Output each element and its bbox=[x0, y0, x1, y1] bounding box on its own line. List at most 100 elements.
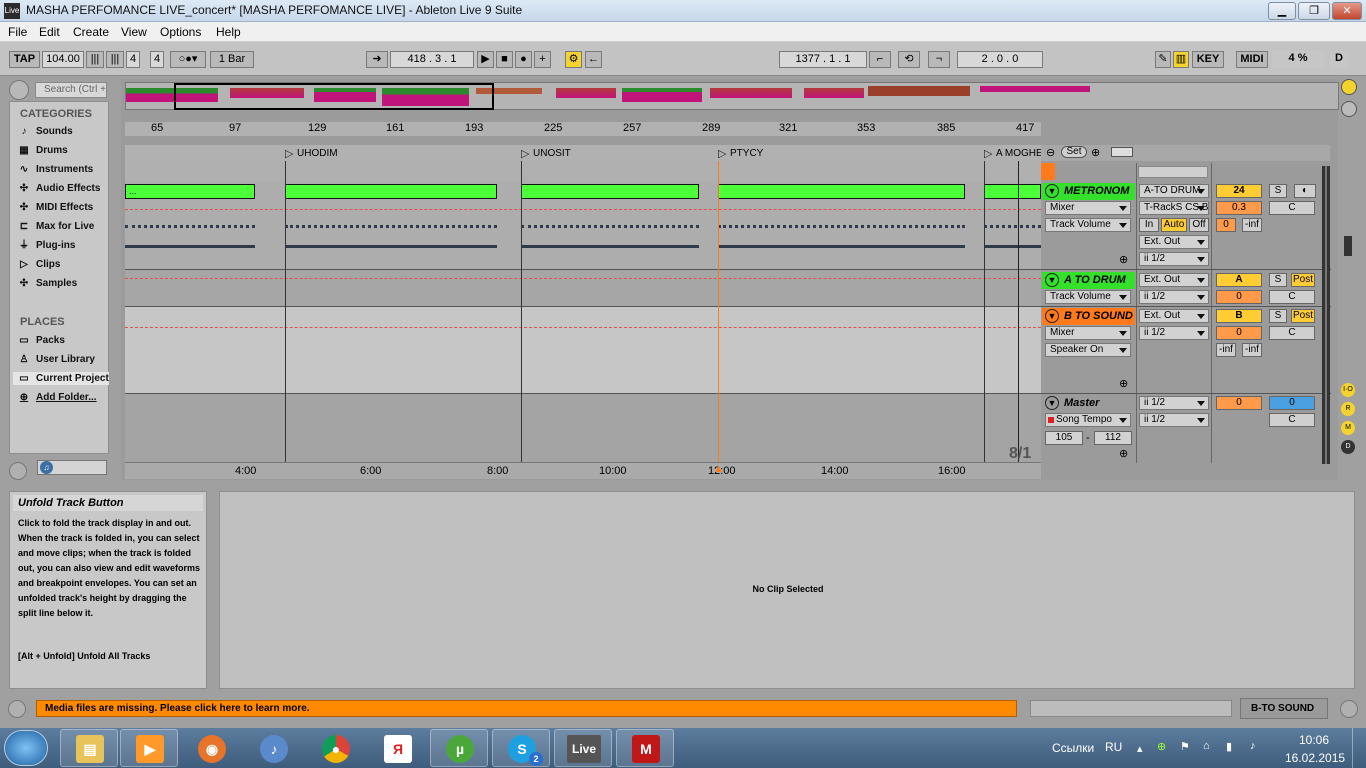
playhead-icon[interactable]: ▲ bbox=[713, 463, 724, 475]
add-device-icon[interactable]: ⊕ bbox=[1119, 447, 1128, 460]
menu-options[interactable]: Options bbox=[160, 25, 201, 39]
locator-marker-icon[interactable]: ▷ bbox=[984, 147, 992, 160]
returns-toggle-button[interactable]: R bbox=[1341, 402, 1355, 416]
browser-item-samples[interactable]: ✣ Samples bbox=[18, 278, 77, 289]
input-type-select[interactable]: A-TO DRUM bbox=[1139, 184, 1209, 198]
automation-arm-icon[interactable]: ⚙ bbox=[565, 51, 582, 68]
monitor-off-button[interactable]: Off bbox=[1189, 218, 1209, 232]
fold-track-icon[interactable]: ▼ bbox=[1045, 309, 1059, 323]
send-value[interactable]: 0.3 bbox=[1216, 201, 1262, 215]
master-output-select[interactable]: ii 1/2 bbox=[1139, 413, 1209, 427]
key-map-button[interactable]: KEY bbox=[1192, 51, 1224, 68]
restore-button[interactable]: ❐ bbox=[1298, 2, 1330, 20]
missing-media-warning[interactable]: Media files are missing. Please click he… bbox=[36, 700, 1017, 717]
device-select[interactable]: Mixer bbox=[1045, 201, 1131, 215]
fold-track-icon[interactable]: ▼ bbox=[1045, 184, 1059, 198]
lane-a-to-drum[interactable] bbox=[125, 270, 1041, 306]
sig-denominator[interactable]: 4 bbox=[150, 51, 164, 68]
overview-toggle-icon[interactable] bbox=[1341, 79, 1357, 95]
clip[interactable] bbox=[285, 184, 497, 199]
taskbar-audio-icon[interactable]: ♪ bbox=[244, 729, 302, 767]
track-letter[interactable]: A bbox=[1216, 273, 1262, 287]
browser-search-input[interactable]: Search (Ctrl + F) bbox=[35, 82, 107, 98]
detail-view[interactable]: No Clip Selected bbox=[219, 491, 1355, 689]
arm-icon[interactable]: ◐ bbox=[1294, 184, 1316, 198]
browser-item-instruments[interactable]: ∿ Instruments bbox=[18, 164, 93, 175]
menu-help[interactable]: Help bbox=[216, 25, 241, 39]
clock-date[interactable]: 16.02.2015 bbox=[1285, 751, 1345, 765]
links-toolbar[interactable]: Ссылки bbox=[1052, 741, 1094, 755]
locator-lane[interactable]: ▷ UHODIM ▷ UNOSIT ▷ PTYCY ▷ A MOGHE bbox=[125, 145, 1041, 161]
locator-label[interactable]: UNOSIT bbox=[533, 148, 571, 159]
taskbar-ableton-live-icon[interactable]: Live bbox=[554, 729, 612, 767]
app-icon[interactable]: Live bbox=[4, 3, 20, 19]
play-icon[interactable]: ▶ bbox=[477, 51, 494, 68]
arrangement-overview[interactable] bbox=[125, 82, 1339, 110]
mixer-toggle-button[interactable]: M bbox=[1341, 421, 1355, 435]
output-channel-select[interactable]: ii 1/2 bbox=[1139, 252, 1209, 266]
punch-out-icon[interactable]: ¬ bbox=[928, 51, 950, 68]
scroll-right-icon[interactable]: ⊕ bbox=[1091, 146, 1100, 159]
browser-item-sounds[interactable]: ♪ Sounds bbox=[18, 126, 73, 137]
lane-top[interactable] bbox=[125, 161, 1041, 181]
tray-arrow-icon[interactable]: ▴ bbox=[1137, 742, 1143, 755]
position-field[interactable]: 418 . 3 . 1 bbox=[390, 51, 474, 68]
midi-map-button[interactable]: MIDI bbox=[1236, 51, 1268, 68]
lane-master[interactable] bbox=[125, 394, 1041, 463]
lane-metronom[interactable]: ... bbox=[125, 181, 1041, 269]
lock-icon[interactable] bbox=[1111, 147, 1133, 157]
browser-item-drums[interactable]: ▦ Drums bbox=[18, 145, 67, 156]
solo-button[interactable]: S bbox=[1269, 184, 1287, 198]
follow-icon[interactable]: ➜ bbox=[366, 51, 388, 68]
menu-create[interactable]: Create bbox=[73, 25, 109, 39]
lane-b-to-sound[interactable] bbox=[125, 307, 1041, 393]
taskbar-media-player-icon[interactable]: ▶ bbox=[120, 729, 178, 767]
scroll-left-icon[interactable]: ⊖ bbox=[1046, 146, 1055, 159]
language-indicator[interactable]: RU bbox=[1105, 740, 1122, 754]
browser-item-add-folder[interactable]: ⊕ Add Folder... bbox=[18, 392, 97, 403]
taskbar-yandex-icon[interactable]: Я bbox=[368, 729, 426, 767]
detail-toggle-icon[interactable] bbox=[1341, 101, 1357, 117]
clip[interactable]: ... bbox=[125, 184, 255, 199]
back-to-arrangement-icon[interactable]: ← bbox=[585, 51, 602, 68]
monitor-in-button[interactable]: In bbox=[1139, 218, 1159, 232]
action-center-flag-icon[interactable]: ⚑ bbox=[1180, 740, 1190, 753]
automation-param-select[interactable]: Track Volume bbox=[1045, 290, 1131, 304]
browser-item-current-project[interactable]: ▭ Current Project bbox=[13, 372, 109, 385]
pan-control[interactable]: C bbox=[1269, 413, 1315, 427]
track-volume[interactable]: 24 bbox=[1216, 184, 1262, 198]
metronome-icon[interactable]: ○●▾ bbox=[170, 51, 206, 68]
sig-numerator[interactable]: 4 bbox=[126, 51, 140, 68]
headphones-icon[interactable]: ♫ bbox=[40, 461, 53, 474]
quantize-select[interactable]: 1 Bar bbox=[210, 51, 254, 68]
volume-value[interactable]: 0 bbox=[1216, 326, 1262, 340]
taskbar-chrome-icon[interactable]: ● bbox=[306, 729, 364, 767]
stop-icon[interactable]: ■ bbox=[496, 51, 513, 68]
browser-item-packs[interactable]: ▭ Packs bbox=[18, 335, 65, 346]
track-lanes[interactable]: ... 8/1 bbox=[125, 161, 1041, 463]
pan-control[interactable]: C bbox=[1269, 326, 1315, 340]
range-min[interactable]: 105 bbox=[1045, 431, 1083, 445]
clock-time[interactable]: 10:06 bbox=[1299, 733, 1329, 747]
post-button[interactable]: Post bbox=[1291, 309, 1315, 323]
browser-item-user-library[interactable]: ♙ User Library bbox=[18, 354, 95, 365]
locator-marker-icon[interactable]: ▷ bbox=[521, 147, 529, 160]
draw-mode-icon[interactable]: ✎ bbox=[1155, 51, 1171, 68]
range-max[interactable]: 112 bbox=[1094, 431, 1132, 445]
track-letter[interactable]: B bbox=[1216, 309, 1262, 323]
output-type-select[interactable]: Ext. Out bbox=[1139, 273, 1209, 287]
add-device-icon[interactable]: ⊕ bbox=[1119, 377, 1128, 390]
menu-edit[interactable]: Edit bbox=[39, 25, 60, 39]
browser-item-max-for-live[interactable]: ⊏ Max for Live bbox=[18, 221, 95, 232]
time-ruler[interactable]: 4:00 6:00 8:00 10:00 12:00 14:00 16:00 ▲ bbox=[125, 462, 1041, 479]
add-device-icon[interactable]: ⊕ bbox=[1119, 253, 1128, 266]
automation-param-select[interactable]: Track Volume bbox=[1045, 218, 1131, 232]
output-type-select[interactable]: Ext. Out bbox=[1139, 235, 1209, 249]
device-select[interactable]: Mixer bbox=[1045, 326, 1131, 340]
expand-toggle-icon[interactable] bbox=[9, 462, 27, 480]
tray-add-icon[interactable]: ⊕ bbox=[1157, 740, 1166, 753]
start-button-icon[interactable] bbox=[4, 730, 48, 766]
solo-button[interactable]: S bbox=[1269, 273, 1287, 287]
overview-view-frame[interactable] bbox=[174, 83, 494, 110]
show-desktop-button[interactable] bbox=[1352, 728, 1366, 768]
